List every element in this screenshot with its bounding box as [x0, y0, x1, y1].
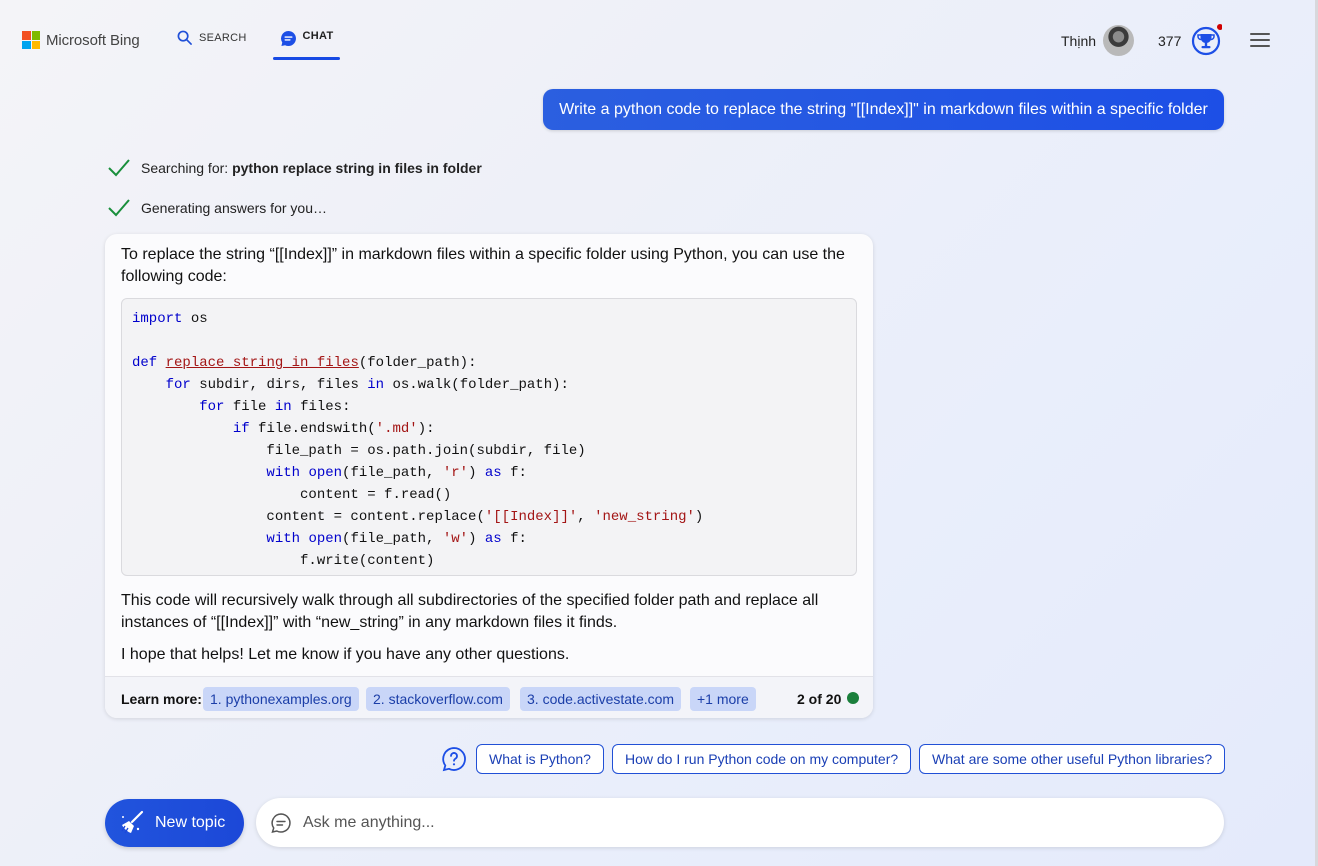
source-link[interactable]: 1. pythonexamples.org: [203, 687, 359, 711]
tab-search-label: SEARCH: [199, 31, 247, 44]
logo-text: Microsoft Bing: [46, 31, 140, 49]
code-line: import os: [132, 311, 208, 327]
top-bar: Microsoft Bing SEARCH CHAT Thịnh 377: [0, 0, 1318, 70]
checkmark-icon: [108, 199, 130, 217]
code-line: with open(file_path, 'r') as f:: [266, 465, 527, 481]
answer-closing: I hope that helps! Let me know if you ha…: [121, 646, 570, 663]
searching-query: python replace string in files in folder: [232, 160, 482, 176]
code-line: def replace_string_in_files(folder_path)…: [132, 355, 477, 371]
help-question-icon[interactable]: [441, 746, 467, 772]
turn-counter: 2 of 20: [797, 691, 842, 707]
answer-explanation: This code will recursively walk through …: [121, 592, 819, 631]
active-tab-indicator: [273, 57, 340, 60]
code-line: for file in files:: [199, 399, 351, 415]
tab-chat[interactable]: CHAT: [273, 26, 340, 60]
suggestion-chip[interactable]: What is Python?: [476, 744, 604, 774]
searching-status: Searching for: python replace string in …: [107, 158, 482, 178]
search-icon: [177, 30, 192, 45]
learn-more-label: Learn more:: [121, 691, 202, 707]
chat-prompt-icon: [271, 812, 291, 833]
ask-input[interactable]: [303, 813, 1183, 832]
tab-search[interactable]: SEARCH: [177, 30, 247, 45]
learn-more-bar: Learn more: 1. pythonexamples.org 2. sta…: [105, 676, 873, 718]
generating-text: Generating answers for you…: [141, 200, 327, 216]
source-link[interactable]: 3. code.activestate.com: [520, 687, 682, 711]
new-topic-button[interactable]: New topic: [105, 799, 244, 847]
answer-card: To replace the string “[[Index]]” in mar…: [105, 234, 873, 718]
rewards-points[interactable]: 377: [1158, 33, 1181, 49]
rewards-trophy-icon[interactable]: [1190, 24, 1222, 56]
avatar[interactable]: [1103, 25, 1134, 56]
searching-prefix: Searching for:: [141, 160, 233, 176]
more-sources-link[interactable]: +1 more: [690, 687, 756, 711]
code-line: for subdir, dirs, files in os.walk(folde…: [165, 377, 569, 393]
chat-bubble-icon: [280, 30, 296, 47]
code-line: if file.endswith('.md'):: [232, 421, 435, 437]
checkmark-icon: [108, 159, 130, 177]
ask-box[interactable]: [256, 798, 1224, 847]
suggestion-text: What are some other useful Python librar…: [932, 751, 1213, 767]
microsoft-logo-icon: [22, 31, 40, 49]
user-name[interactable]: Thịnh: [1061, 33, 1096, 49]
suggestion-text: How do I run Python code on my computer?: [625, 751, 899, 767]
suggestion-chip[interactable]: How do I run Python code on my computer?: [612, 744, 912, 774]
suggestion-text: What is Python?: [489, 751, 591, 767]
user-message-bubble: Write a python code to replace the strin…: [543, 89, 1224, 130]
code-line: content = f.read(): [132, 487, 452, 503]
notification-dot-icon: [1217, 24, 1222, 30]
generating-status: Generating answers for you…: [107, 198, 327, 218]
tab-chat-label: CHAT: [302, 30, 334, 42]
broom-icon: [121, 810, 144, 834]
code-line: content = content.replace('[[Index]]', '…: [132, 509, 704, 525]
status-dot-icon: [847, 692, 859, 704]
code-block[interactable]: import os def replace_string_in_files(fo…: [121, 298, 857, 576]
suggestion-chip[interactable]: What are some other useful Python librar…: [919, 744, 1226, 774]
answer-intro: To replace the string “[[Index]]” in mar…: [121, 246, 845, 285]
user-message-text: Write a python code to replace the strin…: [559, 100, 1208, 118]
bing-logo[interactable]: Microsoft Bing: [22, 31, 140, 49]
code-line: file_path = os.path.join(subdir, file): [132, 443, 586, 459]
new-topic-label: New topic: [155, 814, 226, 831]
code-line: f.write(content): [132, 553, 435, 569]
code-line: with open(file_path, 'w') as f:: [266, 531, 527, 547]
hamburger-menu-icon[interactable]: [1250, 33, 1270, 48]
source-link[interactable]: 2. stackoverflow.com: [366, 687, 510, 711]
